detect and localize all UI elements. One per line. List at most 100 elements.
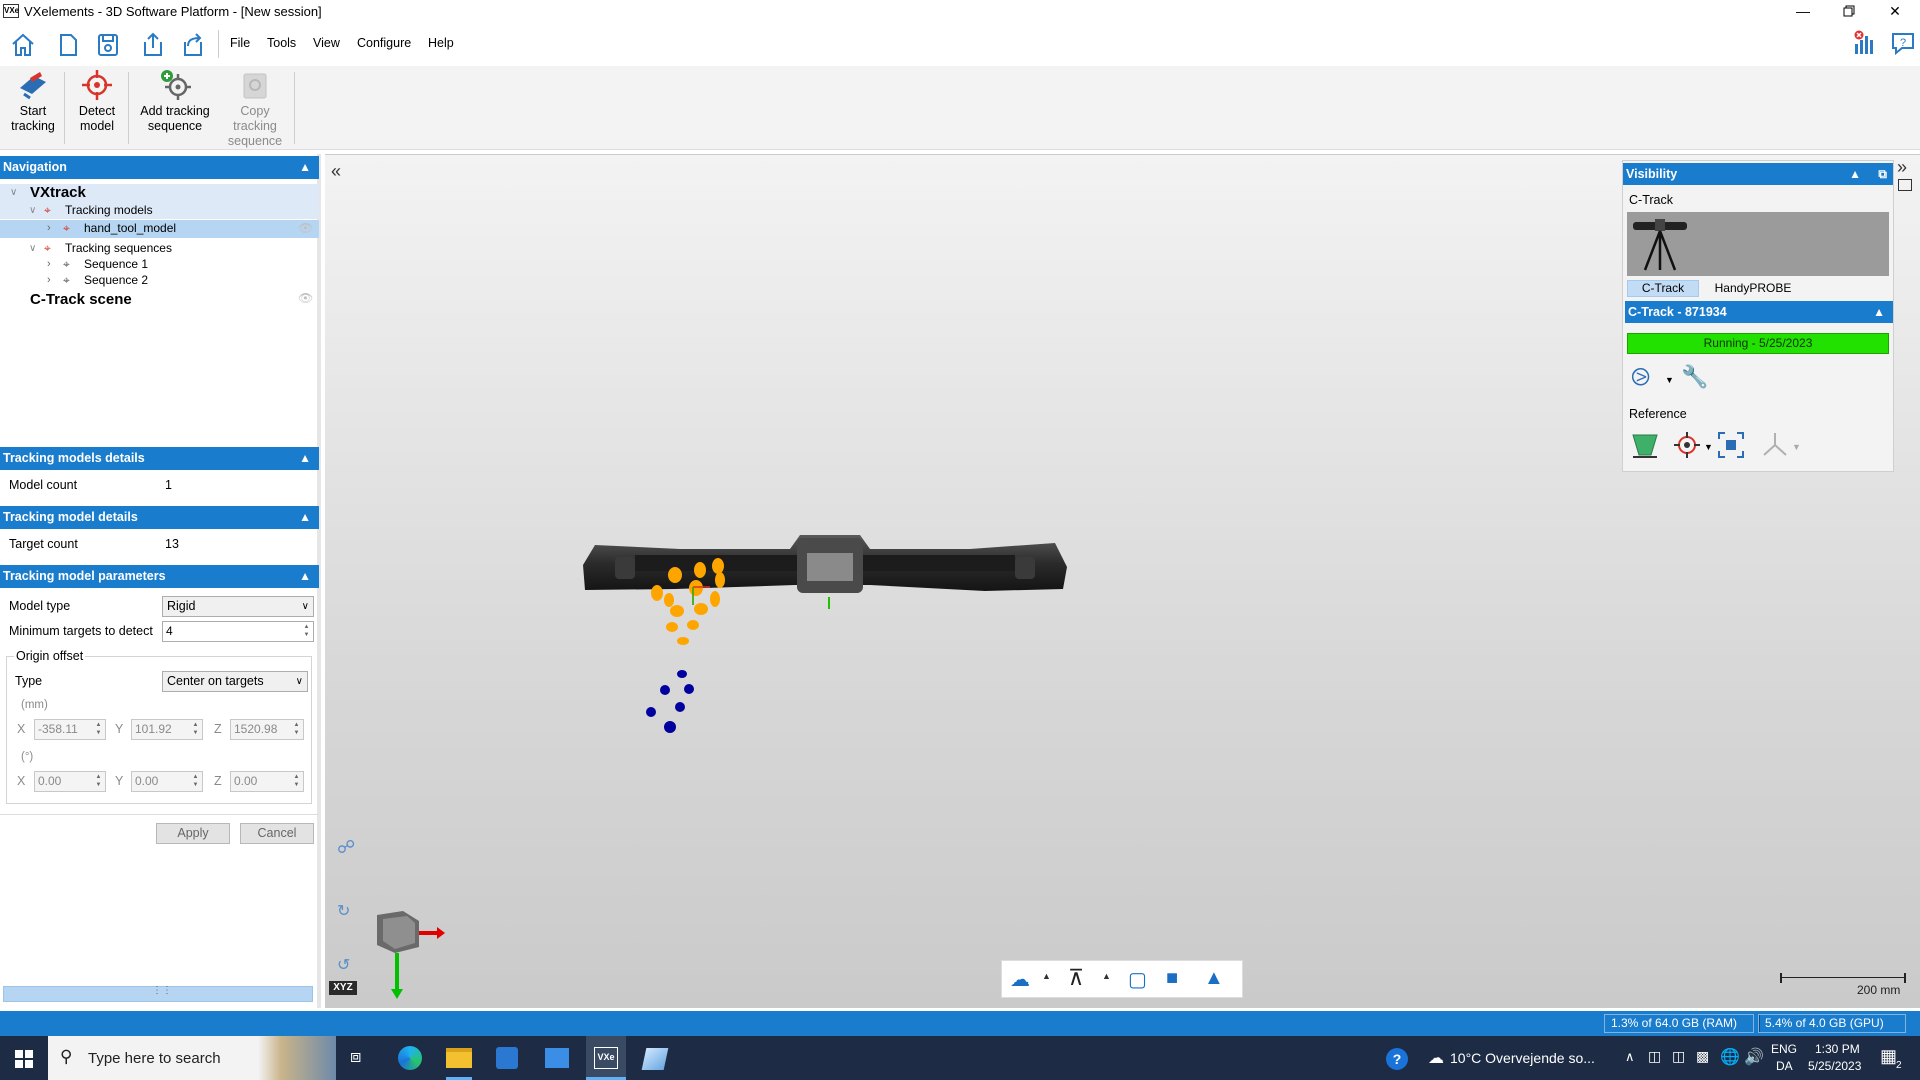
- detect-model-button[interactable]: Detect model: [68, 66, 126, 150]
- rotate-icon[interactable]: ↻: [337, 901, 350, 921]
- tree-item-tracking-models[interactable]: ∨ ⌖ Tracking models: [0, 202, 319, 219]
- pos-z-field[interactable]: 1520.98 ▲ ▼: [230, 719, 304, 740]
- chevron-up-icon[interactable]: ▲: [299, 156, 311, 179]
- language-primary[interactable]: ENG: [1771, 1042, 1797, 1056]
- pos-x-field[interactable]: -358.11 ▲ ▼: [34, 719, 106, 740]
- vxelements-taskbar-button[interactable]: VXe: [586, 1036, 626, 1080]
- chevron-up-icon[interactable]: ▲: [299, 565, 311, 588]
- speaker-icon[interactable]: 🔊: [1744, 1047, 1764, 1067]
- tab-ctrack[interactable]: C-Track: [1627, 280, 1699, 297]
- tree-item-ctrack-scene[interactable]: C-Track scene 👁: [0, 290, 319, 310]
- chevron-up-icon[interactable]: ▲: [299, 506, 311, 529]
- rot-y-field[interactable]: 0.00 ▲ ▼: [131, 771, 203, 792]
- network-share-icon[interactable]: ◫: [1672, 1048, 1685, 1065]
- weather-text[interactable]: 10°C Overvejende so...: [1450, 1050, 1595, 1066]
- stepper-arrows-icon[interactable]: ▲ ▼: [291, 773, 302, 790]
- import-icon[interactable]: [140, 32, 166, 58]
- collapse-left-panel-icon[interactable]: «: [331, 161, 341, 182]
- cancel-button[interactable]: Cancel: [240, 823, 314, 844]
- copy-tracking-sequence-button[interactable]: Copy tracking sequence: [220, 66, 290, 150]
- windows-start-icon[interactable]: [15, 1050, 33, 1068]
- taskbar-search-box[interactable]: ⚲ Type here to search: [48, 1036, 336, 1080]
- connection-status-icon[interactable]: [1852, 30, 1878, 56]
- reference-target-icon[interactable]: [1673, 431, 1701, 459]
- xyz-axis-label[interactable]: XYZ: [329, 981, 357, 995]
- tracking-models-details-header[interactable]: Tracking models details ▲: [0, 447, 319, 470]
- collapse-chevron-icon[interactable]: ∨: [29, 240, 36, 257]
- close-icon[interactable]: ✕: [1872, 0, 1918, 22]
- task-view-icon[interactable]: ⧈: [350, 1046, 361, 1067]
- save-icon[interactable]: [95, 32, 121, 58]
- stepper-arrows-icon[interactable]: ▲ ▼: [291, 721, 302, 738]
- menu-view[interactable]: View: [313, 36, 340, 50]
- roll-icon[interactable]: ↺: [337, 955, 350, 975]
- tracking-model-details-header[interactable]: Tracking model details ▲: [0, 506, 319, 529]
- expand-chevron-icon[interactable]: ›: [47, 272, 51, 289]
- rot-x-field[interactable]: 0.00 ▲ ▼: [34, 771, 106, 792]
- chevron-up-icon[interactable]: ▲: [299, 447, 311, 470]
- microsoft-store-icon[interactable]: [496, 1047, 518, 1069]
- export-icon[interactable]: [180, 32, 206, 58]
- surface-mesh-icon[interactable]: ▲: [1204, 967, 1224, 990]
- collapse-chevron-icon[interactable]: ∨: [10, 184, 17, 201]
- new-file-icon[interactable]: [55, 32, 81, 58]
- solid-cube-icon[interactable]: ■: [1166, 967, 1178, 990]
- caret-down-icon[interactable]: ▼: [1665, 375, 1674, 385]
- stepper-arrows-icon[interactable]: ▲ ▼: [93, 773, 104, 790]
- chevron-up-icon[interactable]: ▲: [1873, 301, 1885, 323]
- language-secondary[interactable]: DA: [1776, 1059, 1793, 1073]
- restore-icon[interactable]: [1826, 0, 1872, 22]
- apply-button[interactable]: Apply: [156, 823, 230, 844]
- visibility-header[interactable]: Visibility ▲ ⧉: [1623, 163, 1893, 185]
- menu-tools[interactable]: Tools: [267, 36, 296, 50]
- panel-layout-icon[interactable]: [1898, 179, 1912, 191]
- chevron-up-icon[interactable]: ∧: [1625, 1049, 1635, 1065]
- panel-resize-handle[interactable]: ⋮⋮: [3, 985, 313, 1002]
- positioning-icon[interactable]: ⧁: [1631, 364, 1650, 392]
- frustum-icon[interactable]: [1631, 431, 1659, 459]
- weather-icon[interactable]: ☁: [1428, 1048, 1444, 1068]
- ctrack-device-header[interactable]: C-Track - 871934 ▲: [1625, 301, 1893, 323]
- fit-to-view-icon[interactable]: [1717, 431, 1745, 459]
- menu-help[interactable]: Help: [428, 36, 454, 50]
- globe-icon[interactable]: 🌐: [1720, 1047, 1740, 1067]
- edge-browser-icon[interactable]: [398, 1046, 422, 1070]
- collapse-chevron-icon[interactable]: ∨: [29, 202, 36, 219]
- chevron-up-icon[interactable]: ▲: [1849, 163, 1861, 185]
- minimize-icon[interactable]: —: [1780, 0, 1826, 22]
- mail-icon[interactable]: [545, 1048, 569, 1068]
- file-explorer-icon[interactable]: [446, 1048, 472, 1068]
- mouse-navigation-icon[interactable]: ☍: [337, 837, 355, 858]
- expand-chevron-icon[interactable]: ›: [47, 256, 51, 273]
- tree-item-hand-tool-model[interactable]: › ⌖ hand_tool_model 👁: [0, 220, 319, 238]
- pos-y-field[interactable]: 101.92 ▲ ▼: [131, 719, 203, 740]
- rot-z-field[interactable]: 0.00 ▲ ▼: [230, 771, 304, 792]
- caret-up-icon[interactable]: ▲: [1042, 971, 1051, 981]
- tools-icon[interactable]: 🔧: [1681, 364, 1708, 390]
- visibility-eye-icon[interactable]: 👁: [298, 220, 313, 237]
- notifications-icon[interactable]: ▦: [1880, 1046, 1897, 1067]
- render-mode-icon[interactable]: ☁: [1010, 967, 1030, 992]
- expand-chevron-icon[interactable]: ›: [47, 220, 51, 237]
- coordinate-axes-icon[interactable]: [1761, 431, 1789, 459]
- add-tracking-sequence-button[interactable]: Add tracking sequence: [134, 66, 216, 150]
- camera-icon[interactable]: ◫: [1648, 1048, 1661, 1065]
- navigation-header[interactable]: Navigation ▲: [0, 156, 319, 179]
- menu-file[interactable]: File: [230, 36, 250, 50]
- notepad-app-icon[interactable]: [641, 1048, 669, 1070]
- tab-handyprobe[interactable]: HandyPROBE: [1707, 280, 1799, 297]
- tree-root-vxtrack[interactable]: ∨ VXtrack: [0, 184, 319, 202]
- stepper-arrows-icon[interactable]: ▲ ▼: [190, 721, 201, 738]
- stepper-arrows-icon[interactable]: ▲ ▼: [190, 773, 201, 790]
- model-type-select[interactable]: Rigid ∨: [162, 596, 314, 617]
- start-tracking-button[interactable]: Start tracking: [4, 66, 62, 150]
- clock-time[interactable]: 1:30 PM: [1815, 1042, 1860, 1056]
- tree-item-sequence-2[interactable]: › ⌖ Sequence 2: [0, 272, 319, 289]
- display-icon[interactable]: ▩: [1696, 1048, 1709, 1065]
- tripod-icon[interactable]: ⊼: [1068, 965, 1084, 991]
- caret-down-icon[interactable]: ▼: [1792, 442, 1801, 452]
- wireframe-cube-icon[interactable]: ▢: [1128, 967, 1147, 992]
- tree-item-tracking-sequences[interactable]: ∨ ⌖ Tracking sequences: [0, 240, 319, 257]
- collapse-right-panel-icon[interactable]: »: [1897, 157, 1907, 178]
- float-window-icon[interactable]: ⧉: [1878, 163, 1887, 185]
